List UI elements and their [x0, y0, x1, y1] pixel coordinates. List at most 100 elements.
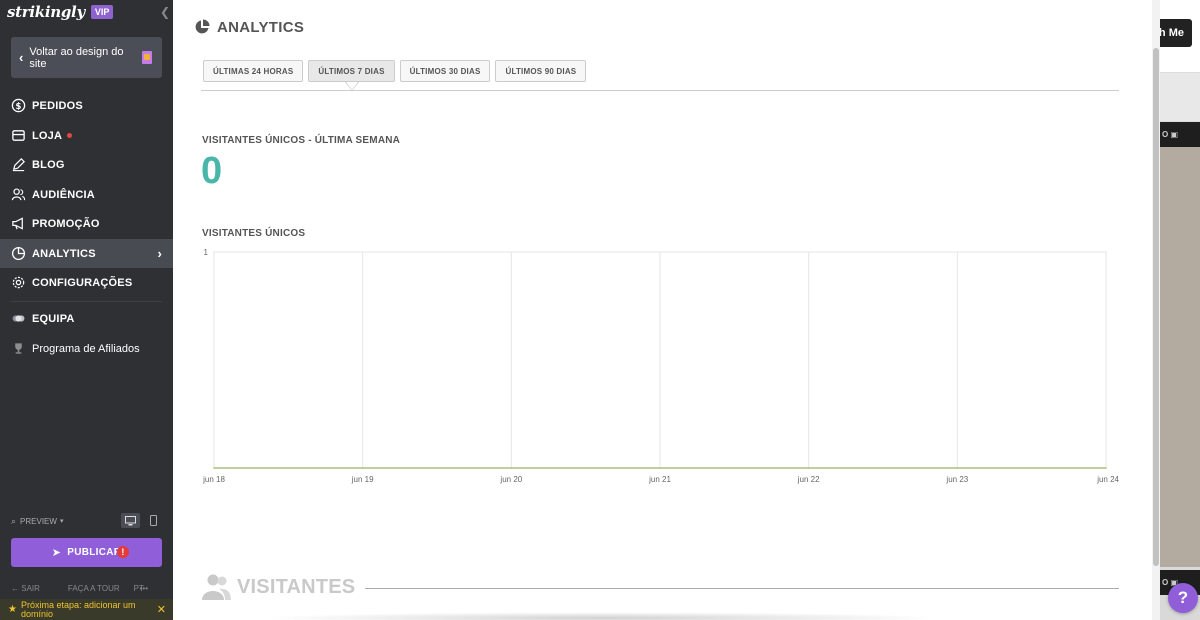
- users-icon: [11, 187, 26, 202]
- sidebar: strikingly VIP ❮ ‹ Voltar ao design do s…: [0, 0, 173, 620]
- nav-label: EQUIPA: [32, 312, 75, 325]
- chart-x-tick-label: jun 20: [499, 475, 522, 484]
- mobile-icon: [150, 515, 157, 526]
- chart-data-point: [807, 467, 810, 469]
- dollar-circle-icon: $: [11, 98, 26, 113]
- pen-icon: [11, 157, 26, 172]
- preview-cta-button[interactable]: th Me: [1160, 19, 1192, 47]
- back-to-design-label: Voltar ao design do site: [29, 45, 124, 70]
- star-icon: ★: [8, 604, 17, 615]
- nav-item-pedidos[interactable]: $ PEDIDOS: [0, 91, 173, 120]
- chart-data-point: [510, 467, 513, 469]
- nav-label: CONFIGURAÇÕES: [32, 276, 133, 289]
- desktop-view-button[interactable]: [121, 513, 140, 528]
- nav-divider: [11, 301, 162, 302]
- nav-label: PROMOÇÃO: [32, 217, 100, 230]
- svg-text:$: $: [15, 101, 21, 111]
- tab-7-days[interactable]: ÚLTIMOS 7 DIAS: [308, 60, 395, 91]
- warning-icon: !: [117, 546, 129, 558]
- footer-links: ← SAIR FAÇA A TOUR PT •••: [11, 584, 162, 593]
- next-step-banner[interactable]: ★ Próxima etapa: adicionar um domínio ✕: [0, 599, 173, 620]
- team-icon: [11, 311, 26, 326]
- page-design-icon: [142, 51, 152, 64]
- brand: strikingly VIP: [7, 2, 114, 22]
- desktop-icon: [125, 515, 136, 525]
- tab-90-days[interactable]: ÚLTIMOS 90 DIAS: [495, 60, 587, 82]
- date-range-tabs: ÚLTIMAS 24 HORAS ÚLTIMOS 7 DIAS ÚLTIMOS …: [203, 60, 591, 91]
- pie-chart-icon: [195, 19, 210, 34]
- nav-label: Programa de Afiliados: [32, 342, 140, 355]
- scrollbar-thumb[interactable]: [1153, 48, 1159, 566]
- chart-data-point: [361, 467, 364, 469]
- megaphone-icon: [11, 216, 26, 231]
- chart-data-point: [956, 467, 959, 469]
- nav-item-afiliados[interactable]: Programa de Afiliados: [0, 334, 173, 363]
- chart-data-point: [213, 467, 215, 469]
- chevron-right-icon: ›: [157, 246, 162, 261]
- page-title: ANALYTICS: [194, 16, 304, 38]
- close-icon[interactable]: ✕: [157, 603, 166, 616]
- preview-row: ⌕ PREVIEW ▾: [11, 513, 162, 529]
- analytics-panel: ANALYTICS ÚLTIMAS 24 HORAS ÚLTIMOS 7 DIA…: [173, 0, 1152, 620]
- exit-link[interactable]: ← SAIR: [11, 584, 54, 593]
- nav-item-loja[interactable]: LOJA: [0, 121, 173, 150]
- visitors-section-title: VISITANTES: [237, 575, 356, 598]
- chart-x-tick-label: jun 24: [1096, 475, 1119, 484]
- help-button[interactable]: ?: [1168, 583, 1198, 613]
- tour-link[interactable]: FAÇA A TOUR: [68, 584, 120, 593]
- nav-label: LOJA: [32, 129, 63, 142]
- tab-24-hours[interactable]: ÚLTIMAS 24 HORAS: [203, 60, 304, 82]
- nav-label: PEDIDOS: [32, 99, 83, 112]
- section-rule: [365, 588, 1119, 589]
- users-icon: [202, 574, 231, 600]
- notification-dot: [67, 133, 73, 138]
- nav-item-configuracoes[interactable]: CONFIGURAÇÕES: [0, 268, 173, 297]
- chart-x-tick-label: jun 18: [202, 475, 225, 484]
- chart-data-point: [659, 467, 661, 469]
- mobile-view-button[interactable]: [144, 513, 163, 528]
- gear-icon: [11, 275, 26, 290]
- chart-x-tick-label: jun 22: [797, 475, 820, 484]
- tabs-divider: [201, 90, 1119, 91]
- preview-image: [1160, 147, 1200, 567]
- nav-label: BLOG: [32, 158, 65, 171]
- preview-toolbar: O ▣: [1160, 122, 1200, 147]
- back-to-design-button[interactable]: ‹ Voltar ao design do site: [11, 37, 162, 78]
- visitors-section-header: VISITANTES: [201, 570, 1119, 604]
- nav-item-audiencia[interactable]: AUDIÊNCIA: [0, 180, 173, 209]
- tab-30-days[interactable]: ÚLTIMOS 30 DIAS: [399, 60, 491, 82]
- chart-x-tick-label: jun 23: [945, 475, 968, 484]
- page-title-text: ANALYTICS: [217, 18, 305, 36]
- store-icon: [11, 128, 26, 143]
- chart-data-point: [1105, 467, 1107, 469]
- nav-item-blog[interactable]: BLOG: [0, 150, 173, 179]
- strikingly-logo[interactable]: strikingly: [7, 3, 85, 21]
- vip-badge: VIP: [90, 5, 114, 19]
- nav-item-equipa[interactable]: EQUIPA: [0, 304, 173, 333]
- chart-label: VISITANTES ÚNICOS: [202, 228, 306, 239]
- nav-label: AUDIÊNCIA: [32, 188, 95, 201]
- chart-x-tick-label: jun 21: [648, 475, 671, 484]
- preview-nav-band: [1160, 72, 1200, 122]
- more-menu-icon[interactable]: •••: [140, 584, 148, 593]
- collapse-sidebar-icon[interactable]: ❮: [160, 5, 170, 19]
- pie-chart-icon: [11, 246, 26, 261]
- unique-visitors-chart: 1 jun 18 jun 19 jun 20 jun 21 jun 22 jun 23 jun…: [202, 248, 1119, 484]
- nav-item-analytics[interactable]: ANALYTICS ›: [0, 239, 173, 268]
- preview-dropdown[interactable]: PREVIEW: [20, 517, 57, 526]
- chevron-left-icon: ‹: [19, 50, 24, 65]
- publish-label: PUBLICAR: [67, 547, 122, 558]
- chart-x-tick-label: jun 19: [351, 475, 374, 484]
- next-step-label: Próxima etapa: adicionar um domínio: [20, 599, 136, 619]
- search-icon: ⌕: [11, 515, 17, 526]
- chart-y-tick-label: 1: [204, 248, 209, 257]
- unique-visitors-week-value: 0: [201, 150, 223, 192]
- nav-item-promocao[interactable]: PROMOÇÃO: [0, 209, 173, 238]
- unique-visitors-week-label: VISITANTES ÚNICOS - ÚLTIMA SEMANA: [202, 135, 401, 146]
- publish-button[interactable]: ➤ PUBLICAR !: [11, 538, 162, 567]
- rocket-icon: ➤: [51, 547, 62, 559]
- site-preview: th Me O ▣ O ▣ ?: [1160, 0, 1200, 620]
- caret-down-icon: ▾: [59, 518, 64, 525]
- card-shadow: [263, 612, 943, 620]
- nav-label: ANALYTICS: [32, 247, 96, 260]
